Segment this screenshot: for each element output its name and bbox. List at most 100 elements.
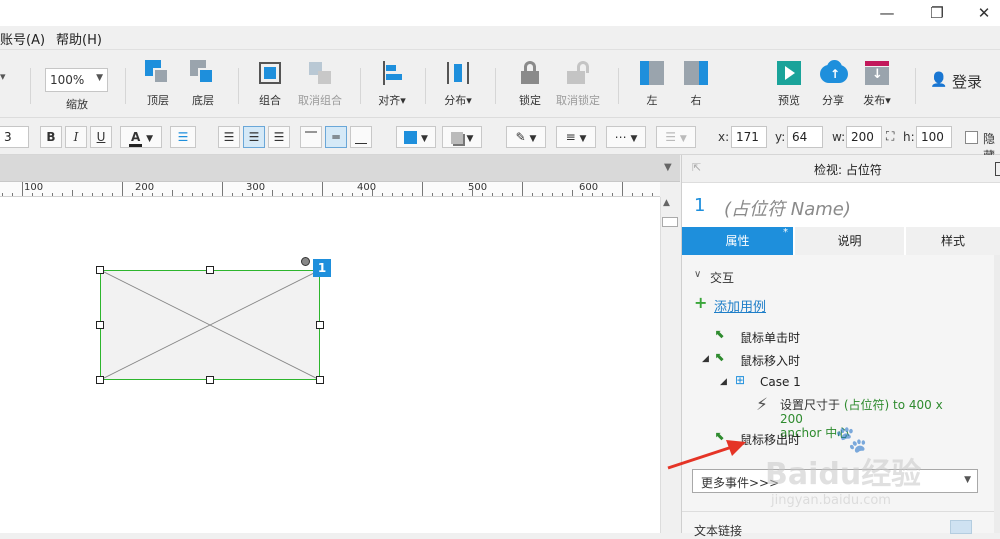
ruler-tick: [432, 193, 433, 196]
distribute-button[interactable]: 分布▾: [428, 60, 488, 108]
panel-scrollbar[interactable]: [994, 255, 1000, 533]
resize-handle[interactable]: [206, 376, 214, 384]
line-width-button[interactable]: ≡ ▼: [556, 126, 596, 148]
ruler-label: 600: [579, 182, 599, 193]
arrow-style-button[interactable]: ☰ ▼: [656, 126, 696, 148]
publish-icon: ↓: [864, 60, 890, 86]
ruler-tick: [242, 193, 243, 196]
valign-bottom-button[interactable]: ⎽: [350, 126, 372, 148]
event-onmouseenter[interactable]: 鼠标移入时: [740, 352, 800, 369]
lock-ratio-icon[interactable]: ⛶: [886, 129, 894, 144]
scroll-up-icon[interactable]: ▲: [663, 198, 670, 208]
resize-handle[interactable]: [96, 266, 104, 274]
align-left-button[interactable]: ☰: [218, 126, 240, 148]
chevron-down-icon[interactable]: ∨: [694, 269, 701, 280]
right-button[interactable]: 右: [666, 60, 726, 108]
canvas-scrollbar[interactable]: ▲: [660, 197, 680, 533]
unlock-button[interactable]: 取消锁定: [548, 60, 608, 108]
tab-style[interactable]: 样式: [906, 227, 1000, 255]
h-field[interactable]: 100: [916, 126, 952, 148]
x-field[interactable]: 171: [731, 126, 767, 148]
scroll-thumb[interactable]: [662, 217, 678, 227]
expand-triangle-icon[interactable]: ◢: [720, 377, 727, 387]
rotate-handle[interactable]: [301, 257, 310, 266]
underline-button[interactable]: U: [90, 126, 112, 148]
ungroup-button[interactable]: 取消组合: [290, 60, 350, 108]
ruler-tick: [172, 190, 173, 196]
align-left-icon: [379, 60, 405, 86]
fill-color-button[interactable]: ▼: [396, 126, 436, 148]
menu-help[interactable]: 帮助(H): [56, 29, 102, 48]
expand-triangle-icon[interactable]: ◢: [702, 354, 709, 364]
event-onclick[interactable]: 鼠标单击时: [740, 329, 800, 346]
chevron-down-icon: ▼: [96, 73, 103, 83]
resize-handle[interactable]: [96, 321, 104, 329]
resize-handle[interactable]: [96, 376, 104, 384]
zoom-select[interactable]: 100% ▼: [45, 68, 108, 92]
ruler-tick: [622, 182, 623, 196]
format-toolbar: 3 B I U A ▼ ☰ ☰ ☰ ☰ ⎺ ═ ⎽ ▼ ▼ ✎ ▼ ≡ ▼ ⋯ …: [0, 119, 1000, 163]
ruler-tick: [642, 193, 643, 196]
font-color-icon: A: [128, 130, 143, 147]
send-to-back-button[interactable]: 底层: [173, 60, 233, 108]
login-button[interactable]: 👤 登录: [930, 70, 996, 92]
tab-properties[interactable]: 属性 *: [682, 227, 794, 255]
case-item[interactable]: Case 1: [760, 375, 801, 389]
pin-icon[interactable]: ⇱: [692, 161, 701, 174]
play-icon: [776, 60, 802, 86]
design-canvas[interactable]: 1: [0, 197, 660, 533]
ruler-tick: [392, 193, 393, 196]
inspector-header: ⇱ 检视: 占位符: [682, 155, 1000, 183]
w-field[interactable]: 200: [846, 126, 882, 148]
ruler-tick: [512, 193, 513, 196]
line-style-button[interactable]: ⋯ ▼: [606, 126, 646, 148]
y-field[interactable]: 64: [787, 126, 823, 148]
chevron-down-icon: ▼: [579, 134, 587, 144]
ruler-tick: [252, 193, 253, 196]
ruler-tick: [452, 193, 453, 196]
valign-top-button[interactable]: ⎺: [300, 126, 322, 148]
font-color-button[interactable]: A ▼: [120, 126, 162, 148]
add-case-link[interactable]: 添加用例: [714, 296, 766, 315]
line-width-icon: ≡: [565, 130, 576, 144]
italic-button[interactable]: I: [65, 126, 87, 148]
restore-button[interactable]: ❐: [925, 2, 949, 24]
ruler-tick: [92, 193, 93, 196]
cut-off-dropdown-icon[interactable]: ▾: [0, 70, 6, 83]
text-align-left-icon: ☰: [223, 130, 235, 144]
minimize-button[interactable]: —: [875, 2, 899, 24]
valign-middle-button[interactable]: ═: [325, 126, 347, 148]
align-button[interactable]: 对齐▾: [362, 60, 422, 108]
left-panel-icon: [639, 60, 665, 86]
resize-handle[interactable]: [316, 321, 324, 329]
close-button[interactable]: ✕: [972, 2, 996, 24]
widget-name-field[interactable]: (占位符 Name): [724, 195, 851, 221]
menu-bar: 账号(A) 帮助(H): [0, 26, 1000, 50]
text-link-icon[interactable]: [950, 520, 972, 534]
font-size-field[interactable]: 3: [0, 126, 29, 148]
chevron-down-icon: ▼: [679, 134, 687, 144]
hidden-checkbox[interactable]: [965, 131, 978, 144]
align-right-button[interactable]: ☰: [268, 126, 290, 148]
align-center-button[interactable]: ☰: [243, 126, 265, 148]
tab-dropdown-icon[interactable]: ▼: [664, 162, 672, 173]
ruler-tick: [222, 182, 223, 196]
y-label: y:: [775, 130, 786, 144]
ruler-tick: [192, 193, 193, 196]
placeholder-widget[interactable]: [100, 270, 320, 380]
resize-handle[interactable]: [206, 266, 214, 274]
watermark-brand: Baidu经验: [765, 457, 922, 492]
ruler-tick: [632, 193, 633, 196]
bold-button[interactable]: B: [40, 126, 62, 148]
menu-account[interactable]: 账号(A): [0, 29, 45, 48]
shadow-button[interactable]: ▼: [442, 126, 482, 148]
baidu-watermark: 🐾 Baidu经验 jingyan.baidu.com: [765, 425, 980, 520]
resize-handle[interactable]: [316, 376, 324, 384]
tab-notes[interactable]: 说明: [795, 227, 905, 255]
publish-button[interactable]: ↓ 发布▾: [847, 60, 907, 108]
line-color-button[interactable]: ✎ ▼: [506, 126, 546, 148]
bullet-list-button[interactable]: ☰: [170, 126, 196, 148]
interaction-badge: 1: [313, 259, 331, 277]
panel-toggle-icon[interactable]: [995, 162, 1000, 176]
ruler-tick: [572, 190, 573, 196]
